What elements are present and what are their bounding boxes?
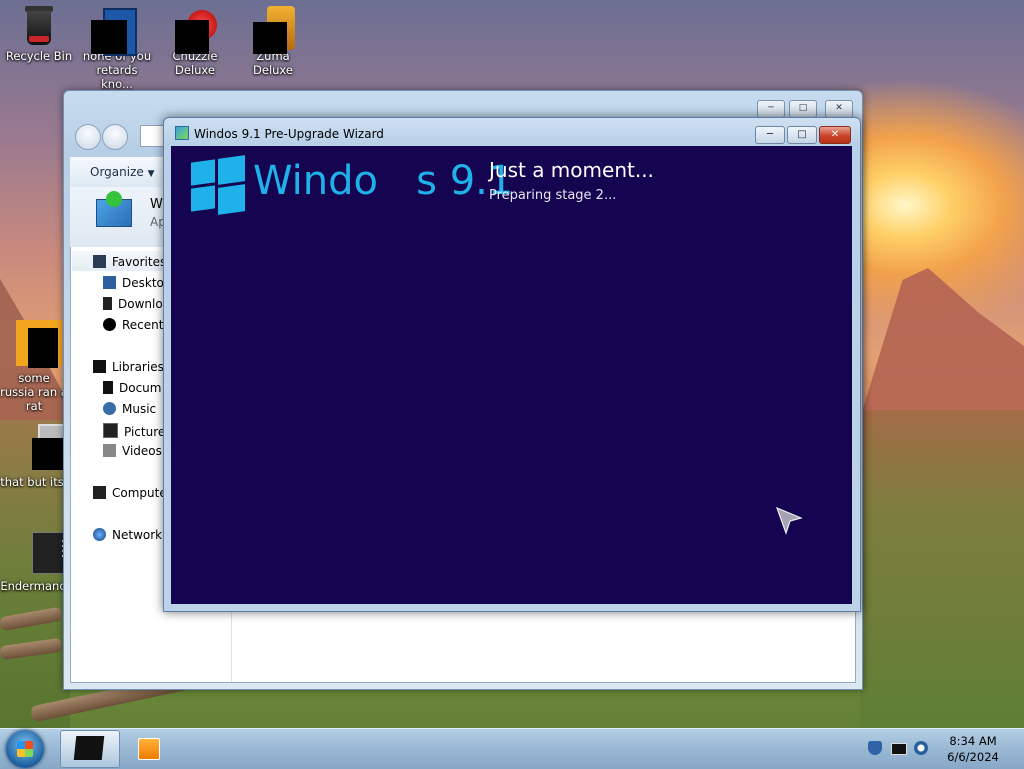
installer-arrow-icon: [106, 191, 122, 207]
windows-logo-icon: [191, 155, 245, 215]
wizard-heading: Just a moment...: [489, 158, 654, 182]
taskbar-clock[interactable]: 8:34 AM 6/6/2024: [938, 733, 1008, 765]
libraries-icon: [93, 360, 106, 373]
nav-recent-label: Recent: [122, 318, 164, 332]
nav-downloads[interactable]: Downlo: [103, 297, 163, 311]
close-button[interactable]: ✕: [819, 126, 851, 144]
videos-icon: [103, 444, 116, 457]
recent-places-icon: [103, 318, 116, 331]
network-tray-icon[interactable]: [891, 743, 907, 755]
nav-pictures[interactable]: Pictures: [103, 423, 172, 439]
chuzzle-icon: [175, 6, 217, 54]
nav-music-label: Music: [122, 402, 157, 416]
wizard-app-icon: [175, 126, 189, 140]
clock-date: 6/6/2024: [947, 750, 999, 764]
recycle-bin-icon: [19, 6, 59, 46]
wizard-brand: Windo s 9.1: [253, 158, 514, 204]
wizard-content: Windo s 9.1 Just a moment... Preparing s…: [171, 146, 852, 604]
minimize-button[interactable]: ─: [755, 126, 785, 144]
desktop-icon-label: some russia ran a rat: [0, 371, 68, 413]
wizard-taskbar-icon: [73, 736, 105, 760]
shortcut-icon: [18, 530, 80, 576]
status-divider: [231, 612, 232, 682]
desktop-icon: [103, 276, 116, 289]
nav-videos-label: Videos: [122, 444, 162, 458]
music-icon: [103, 402, 116, 415]
close-button[interactable]: ✕: [825, 100, 853, 118]
wallpaper-field-right: [860, 410, 1024, 730]
mouse-cursor-icon: [775, 506, 803, 535]
desktop-icon-label: Recycle Bin: [5, 49, 73, 63]
wizard-title: Windos 9.1 Pre-Upgrade Wizard: [194, 127, 384, 141]
shortcut-icon: [91, 6, 137, 56]
nav-desktop[interactable]: Desktop: [103, 276, 172, 290]
forward-button[interactable]: [102, 124, 128, 150]
wallpaper-hill-right: [860, 268, 1024, 418]
nav-computer-label: Compute: [112, 486, 167, 500]
star-icon: [93, 255, 106, 268]
windows-flag-icon: [17, 741, 33, 757]
wizard-status: Preparing stage 2...: [489, 188, 617, 203]
nav-libraries[interactable]: Libraries: [93, 360, 164, 374]
desktop-icon-label: that but its: [0, 475, 64, 489]
desktop-icon-chuzzle-deluxe[interactable]: Chuzzle Deluxe: [157, 6, 233, 77]
desktop-icon-recycle-bin[interactable]: Recycle Bin: [1, 6, 77, 63]
downloads-icon: [103, 297, 112, 310]
minimize-button[interactable]: ─: [757, 100, 785, 118]
desktop-icon-label: Endermanc: [0, 579, 66, 593]
start-button[interactable]: [6, 730, 44, 768]
computer-icon: [93, 486, 106, 499]
nav-network[interactable]: Network: [93, 528, 162, 542]
documents-icon: [103, 381, 113, 394]
chevron-down-icon: ▼: [147, 169, 155, 179]
nav-computer[interactable]: Compute: [93, 486, 167, 500]
back-button[interactable]: [75, 124, 101, 150]
nav-videos[interactable]: Videos: [103, 444, 162, 458]
organize-label: Organize: [90, 165, 144, 179]
wizard-window[interactable]: Windos 9.1 Pre-Upgrade Wizard ─ □ ✕ Wind…: [163, 117, 861, 612]
maximize-button[interactable]: □: [787, 126, 817, 144]
nav-documents-label: Docum: [119, 381, 162, 395]
nav-music[interactable]: Music: [103, 402, 156, 416]
taskbar-media-player-button[interactable]: [128, 730, 168, 766]
volume-icon[interactable]: [914, 741, 928, 755]
zuma-icon: [253, 6, 295, 54]
nav-libraries-label: Libraries: [112, 360, 164, 374]
media-player-icon: [138, 738, 160, 760]
organize-button[interactable]: Organize ▼: [90, 165, 155, 179]
taskbar: 8:34 AM 6/6/2024: [0, 728, 1024, 769]
nav-favorites[interactable]: Favorites: [93, 255, 166, 269]
pictures-icon: [103, 423, 118, 438]
network-icon: [93, 528, 106, 541]
maximize-button[interactable]: □: [789, 100, 817, 118]
taskbar-wizard-button[interactable]: [60, 730, 120, 768]
desktop-icon-none-of-you[interactable]: none of you retards kno...: [79, 6, 155, 91]
desktop-icon-zuma-deluxe[interactable]: Zuma Deluxe: [235, 6, 311, 77]
nav-downloads-label: Downlo: [118, 297, 163, 311]
nav-network-label: Network: [112, 528, 163, 542]
clock-time: 8:34 AM: [949, 734, 997, 748]
nav-recent[interactable]: Recent: [103, 318, 163, 332]
nav-favorites-label: Favorites: [112, 255, 167, 269]
shortcut-icon: [14, 320, 62, 368]
security-shield-icon[interactable]: [868, 741, 882, 755]
nav-documents[interactable]: Docum: [103, 381, 161, 395]
shortcut-icon: [18, 424, 68, 472]
